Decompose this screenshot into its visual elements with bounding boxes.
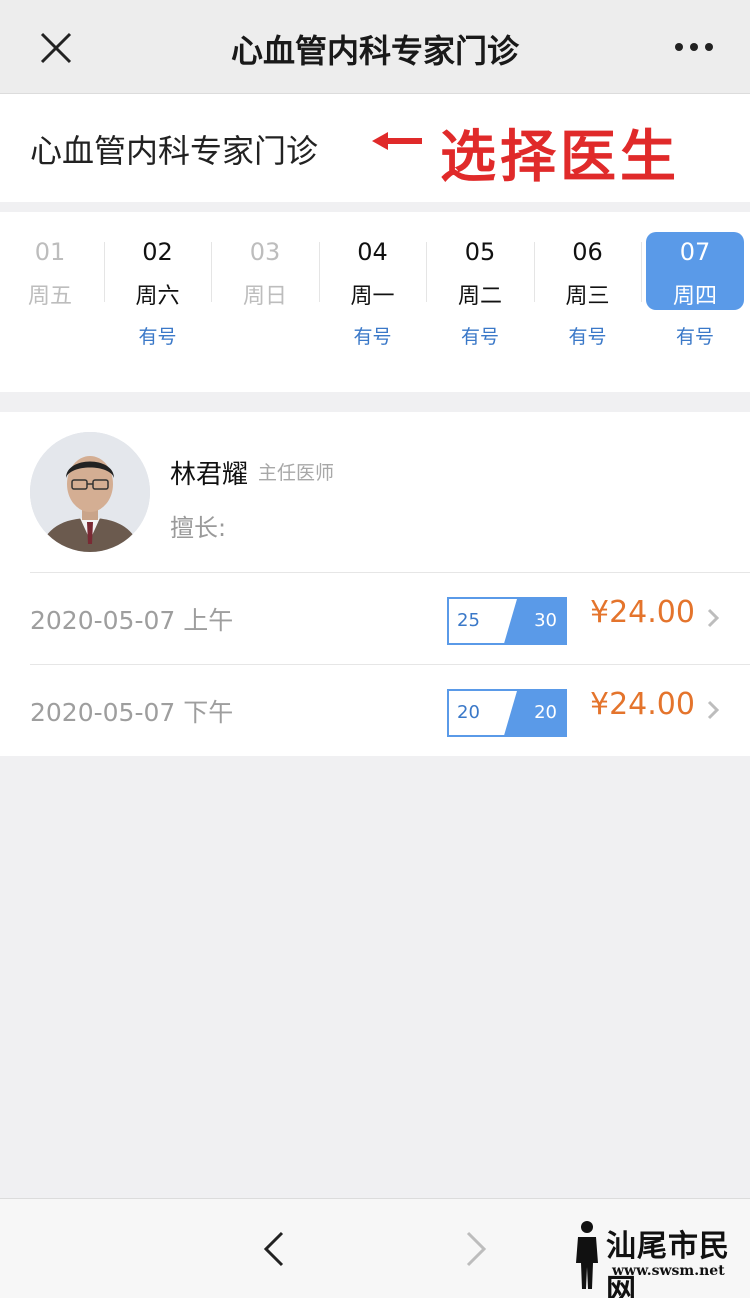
watermark: 汕尾市民网 www.swsm.net — [572, 1217, 742, 1298]
date-availability: 有号 — [353, 326, 392, 348]
department-header: 心血管内科专家门诊 选择医生 — [0, 94, 750, 202]
date-item-02[interactable]: 02 周六有号 — [108, 232, 208, 362]
chevron-left-icon[interactable] — [262, 1229, 286, 1269]
date-day: 05 — [464, 238, 496, 266]
date-availability: 有号 — [675, 326, 714, 348]
chevron-right-icon — [707, 700, 720, 720]
slot-row-morning[interactable]: 2020-05-07 上午 25 30 ¥24.00 — [30, 572, 750, 664]
quota-total: 20 — [534, 702, 557, 723]
quota-total: 30 — [534, 610, 557, 631]
date-day: 01 — [34, 238, 66, 266]
doctor-photo — [30, 432, 150, 552]
date-day: 07 — [679, 238, 711, 266]
slot-quota: 25 30 — [447, 597, 567, 645]
slot-price: ¥24.00 — [590, 687, 695, 722]
date-availability: 有号 — [138, 326, 177, 348]
date-separator — [103, 242, 105, 302]
date-item-04[interactable]: 04 周一有号 — [323, 232, 423, 362]
date-item-01: 01 周五 — [0, 232, 100, 362]
doctor-card: 林君耀 主任医师 擅长: 2020-05-07 上午 25 30 ¥24.00 … — [0, 412, 750, 756]
slot-quota: 20 20 — [447, 689, 567, 737]
top-nav-bar: 心血管内科专家门诊 — [0, 0, 750, 94]
quota-remaining: 25 — [457, 610, 480, 631]
person-silhouette-icon — [576, 1221, 598, 1289]
date-availability: 有号 — [460, 326, 499, 348]
annotation-select-doctor: 选择医生 — [440, 124, 680, 190]
date-item-07[interactable]: 07 周四有号 — [645, 232, 745, 362]
date-weekday: 周一 — [350, 284, 395, 309]
date-separator — [533, 242, 535, 302]
date-availability: 有号 — [568, 326, 607, 348]
date-weekday: 周四 — [672, 284, 717, 309]
date-weekday: 周六 — [135, 284, 180, 309]
doctor-name: 林君耀 — [170, 460, 249, 490]
slot-row-afternoon[interactable]: 2020-05-07 下午 20 20 ¥24.00 — [30, 664, 750, 756]
department-name: 心血管内科专家门诊 — [30, 132, 319, 170]
chevron-right-icon — [707, 608, 720, 628]
watermark-url: www.swsm.net — [612, 1263, 725, 1279]
bottom-toolbar: 汕尾市民网 www.swsm.net — [0, 1198, 750, 1298]
doctor-avatar — [30, 432, 150, 552]
page-title: 心血管内科专家门诊 — [230, 32, 519, 70]
date-day: 02 — [142, 238, 173, 266]
date-item-06[interactable]: 06 周三有号 — [538, 232, 638, 362]
doctor-title: 主任医师 — [258, 462, 335, 484]
date-day: 03 — [249, 238, 281, 266]
doctor-specialty-label: 擅长: — [170, 514, 227, 542]
date-separator — [641, 242, 643, 302]
slot-datetime: 2020-05-07 上午 — [30, 606, 234, 635]
watermark-text: 汕尾市民网 — [606, 1229, 730, 1298]
more-icon[interactable] — [674, 36, 714, 58]
date-day: 06 — [572, 238, 603, 266]
quota-remaining: 20 — [457, 702, 480, 723]
date-weekday: 周五 — [27, 284, 72, 309]
date-item-03: 03 周日 — [215, 232, 315, 362]
slot-price: ¥24.00 — [590, 595, 695, 630]
date-day: 04 — [357, 238, 388, 266]
date-separator — [211, 242, 213, 302]
date-item-05[interactable]: 05 周二有号 — [430, 232, 530, 362]
slot-datetime: 2020-05-07 下午 — [30, 698, 234, 727]
date-weekday: 周三 — [565, 284, 610, 309]
date-weekday: 周日 — [242, 284, 287, 309]
chevron-right-icon[interactable] — [464, 1229, 488, 1269]
date-separator — [426, 242, 428, 302]
arrow-left-icon — [372, 132, 422, 150]
date-weekday: 周二 — [457, 284, 502, 309]
date-selector: 01 周五 02 周六有号 03 周日 04 周一有号 05 周二有号 06 周三有号 07 周四有号 — [0, 212, 750, 392]
date-separator — [318, 242, 320, 302]
